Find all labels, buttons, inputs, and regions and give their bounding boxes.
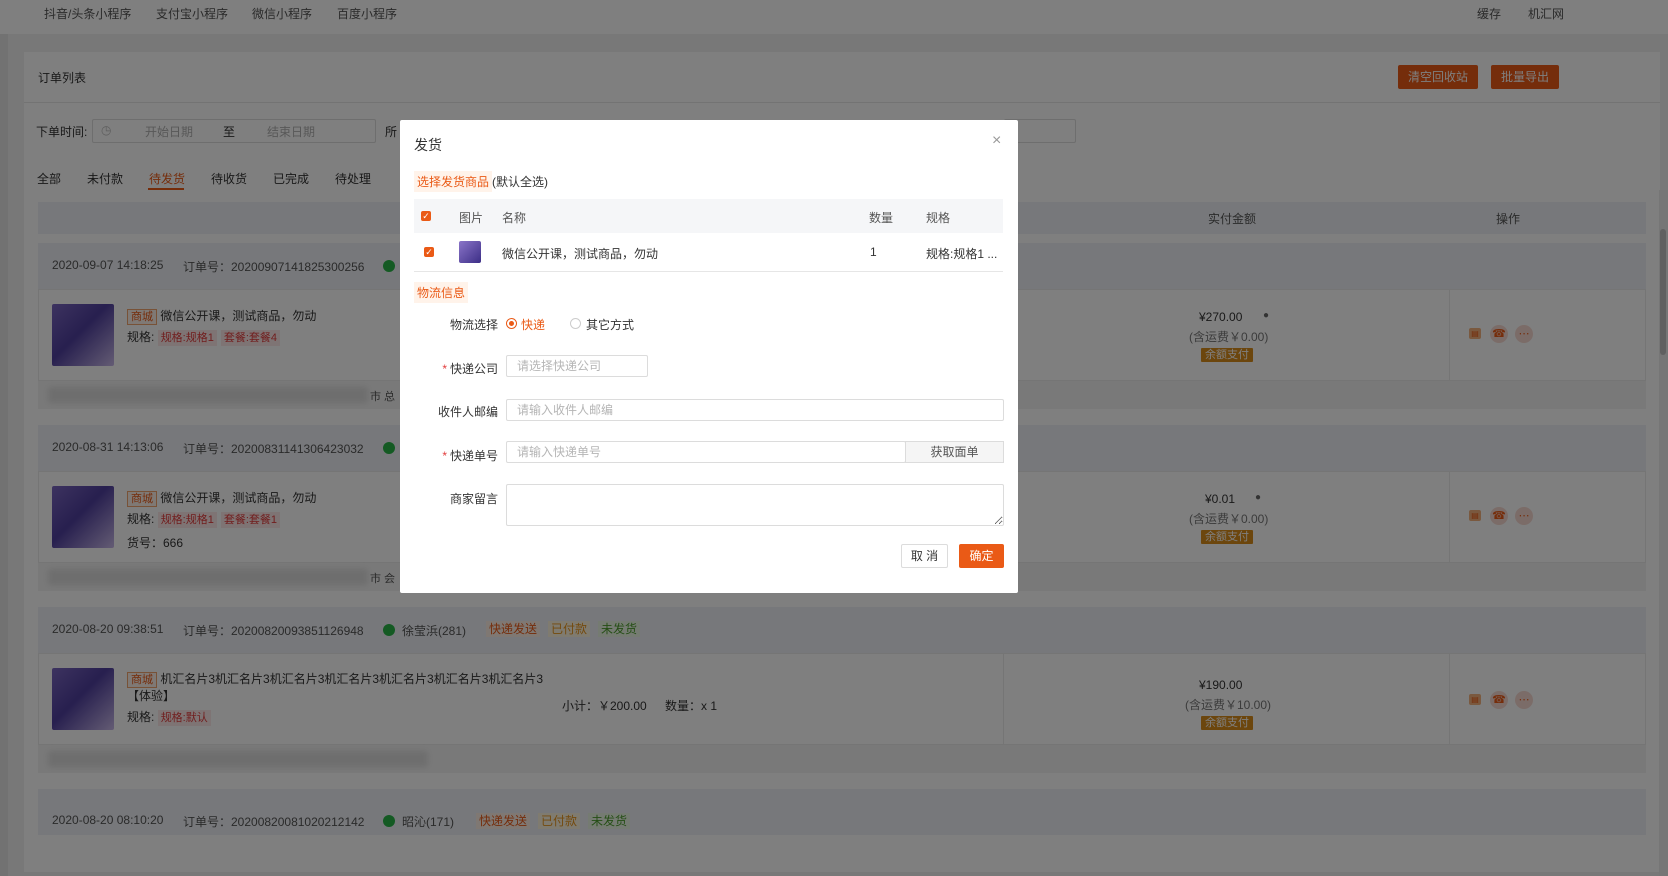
required-mark: *	[442, 449, 447, 463]
remark-label: 商家留言	[449, 492, 498, 506]
select-all-checkbox[interactable]: ✓	[421, 211, 431, 221]
tracking-label: * 快递单号	[408, 447, 498, 464]
confirm-button[interactable]: 确定	[959, 544, 1004, 568]
col-image: 图片	[459, 211, 484, 225]
dialog-title: 发货	[414, 137, 442, 153]
ship-dialog: 发货 × 选择发货商品 (默认全选) ✓ 图片 名称 数量 规格 ✓ 微信公开课…	[400, 120, 1018, 593]
zip-label: 收件人邮编	[437, 405, 498, 419]
zip-input[interactable]	[506, 399, 1004, 421]
col-qty: 数量	[869, 211, 894, 225]
goods-table-header: ✓ 图片 名称 数量 规格	[414, 199, 1003, 233]
logistics-title: 物流信息	[414, 282, 469, 303]
get-waybill-button[interactable]: 获取面单	[905, 441, 1004, 463]
company-label-text: 快递公司	[449, 362, 498, 376]
goods-checkbox[interactable]: ✓	[424, 247, 434, 257]
logistics-choice-label: 物流选择	[449, 318, 498, 332]
col-spec: 规格	[926, 211, 951, 225]
col-name: 名称	[502, 211, 527, 225]
radio-other[interactable]	[570, 318, 581, 329]
merchant-remark-textarea[interactable]	[506, 484, 1004, 526]
radio-other-label[interactable]: 其它方式	[586, 316, 634, 333]
close-icon[interactable]: ×	[992, 132, 1001, 150]
goods-qty: 1	[870, 245, 877, 259]
goods-row: ✓ 微信公开课，测试商品，勿动 1 规格:规格1 ...	[414, 233, 1003, 272]
goods-name: 微信公开课，测试商品，勿动	[502, 247, 659, 261]
cancel-button[interactable]: 取 消	[901, 544, 948, 568]
company-label: * 快递公司	[408, 360, 498, 377]
goods-image	[459, 241, 481, 263]
select-goods-title: 选择发货商品	[414, 171, 493, 192]
radio-express[interactable]	[506, 318, 517, 329]
tracking-number-input[interactable]	[506, 441, 906, 463]
courier-company-select[interactable]	[506, 355, 648, 377]
default-all-note: (默认全选)	[492, 175, 548, 189]
required-mark: *	[442, 362, 447, 376]
goods-spec: 规格:规格1 ...	[926, 247, 998, 261]
tracking-label-text: 快递单号	[449, 449, 498, 463]
radio-express-label[interactable]: 快递	[521, 316, 545, 333]
